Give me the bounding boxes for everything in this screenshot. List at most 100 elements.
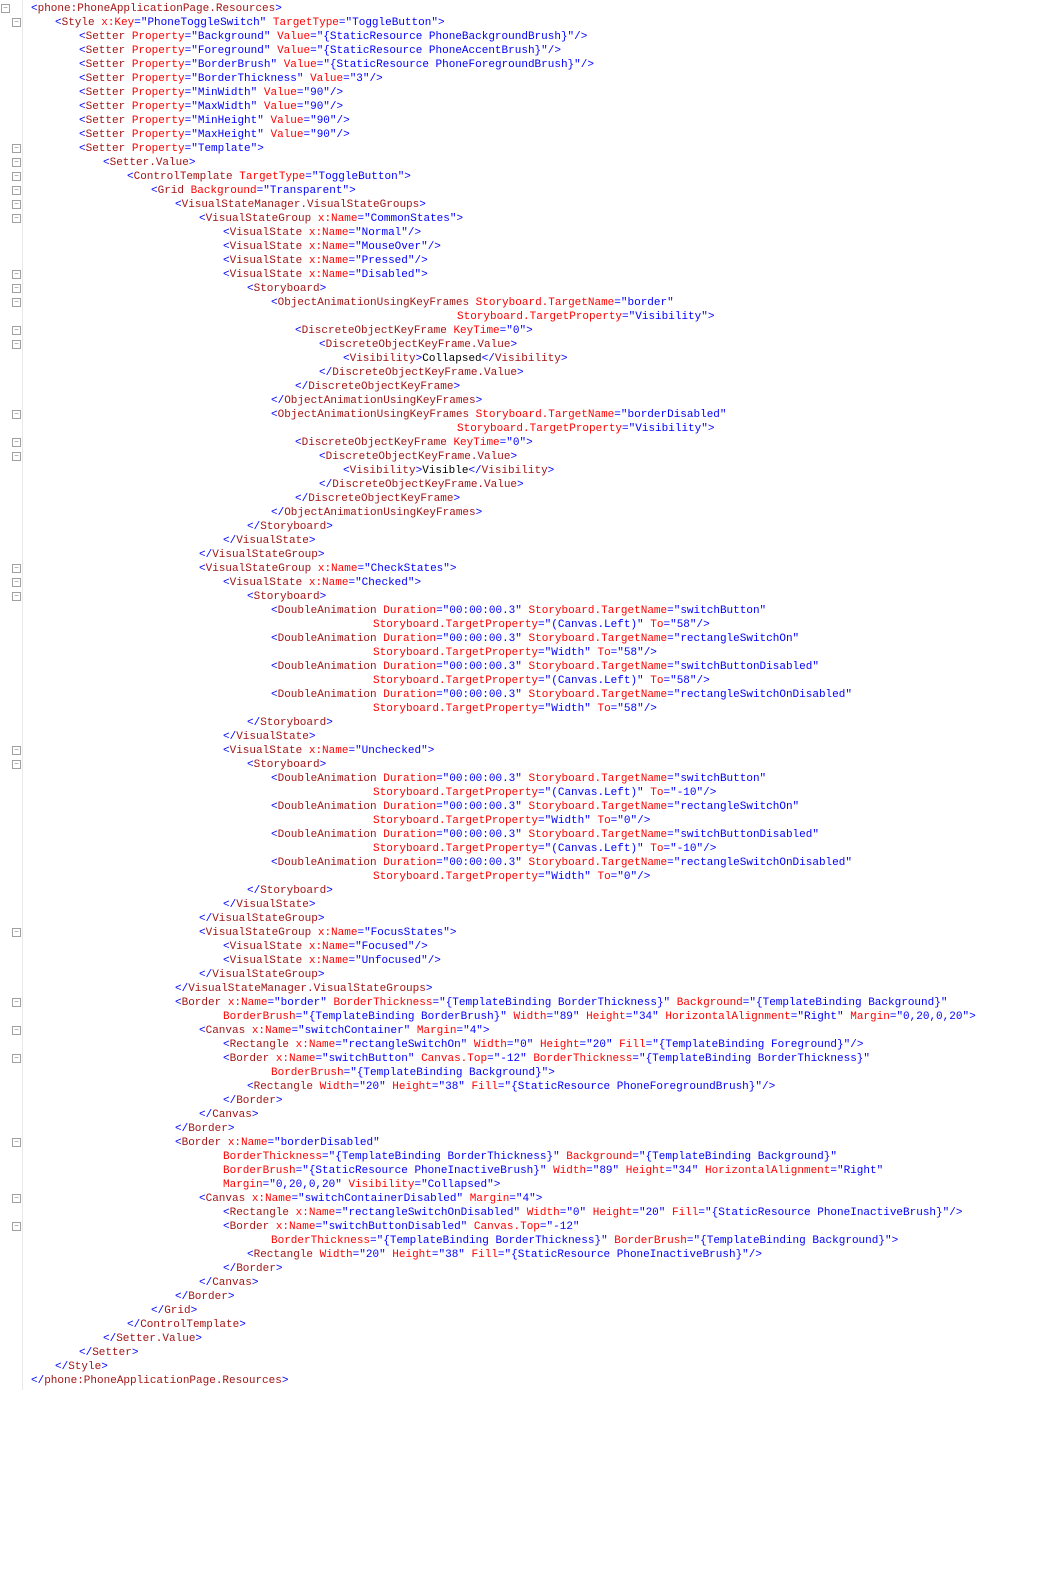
- fold-toggle[interactable]: [12, 928, 21, 937]
- fold-toggle[interactable]: [12, 410, 21, 419]
- fold-toggle[interactable]: [12, 200, 21, 209]
- fold-toggle[interactable]: [12, 186, 21, 195]
- code-line[interactable]: </DiscreteObjectKeyFrame.Value>: [31, 478, 1062, 492]
- code-line[interactable]: <Setter Property="MinWidth" Value="90"/>: [31, 86, 1062, 100]
- code-line[interactable]: Storyboard.TargetProperty="Width" To="0"…: [31, 870, 1062, 884]
- code-line[interactable]: </Storyboard>: [31, 520, 1062, 534]
- code-line[interactable]: <Setter Property="BorderThickness" Value…: [31, 72, 1062, 86]
- fold-toggle[interactable]: [12, 284, 21, 293]
- fold-toggle[interactable]: [12, 326, 21, 335]
- code-line[interactable]: <VisualStateGroup x:Name="CommonStates">: [31, 212, 1062, 226]
- fold-toggle[interactable]: [12, 158, 21, 167]
- fold-toggle[interactable]: [12, 144, 21, 153]
- code-line[interactable]: <DiscreteObjectKeyFrame.Value>: [31, 338, 1062, 352]
- code-line[interactable]: <DoubleAnimation Duration="00:00:00.3" S…: [31, 800, 1062, 814]
- code-line[interactable]: </Canvas>: [31, 1108, 1062, 1122]
- code-line[interactable]: <VisualState x:Name="Pressed"/>: [31, 254, 1062, 268]
- code-line[interactable]: <VisualState x:Name="MouseOver"/>: [31, 240, 1062, 254]
- code-line[interactable]: Storyboard.TargetProperty="(Canvas.Left)…: [31, 618, 1062, 632]
- code-line[interactable]: Storyboard.TargetProperty="Visibility">: [31, 422, 1062, 436]
- code-line[interactable]: <ControlTemplate TargetType="ToggleButto…: [31, 170, 1062, 184]
- code-line[interactable]: <Canvas x:Name="switchContainer" Margin=…: [31, 1024, 1062, 1038]
- code-line[interactable]: <Storyboard>: [31, 590, 1062, 604]
- code-line[interactable]: Margin="0,20,0,20" Visibility="Collapsed…: [31, 1178, 1062, 1192]
- code-line[interactable]: Storyboard.TargetProperty="(Canvas.Left)…: [31, 786, 1062, 800]
- code-line[interactable]: </VisualStateManager.VisualStateGroups>: [31, 982, 1062, 996]
- code-line[interactable]: <Setter Property="Foreground" Value="{St…: [31, 44, 1062, 58]
- fold-gutter[interactable]: [0, 0, 23, 1390]
- code-editor[interactable]: <phone:PhoneApplicationPage.Resources> <S…: [23, 0, 1062, 1390]
- code-line[interactable]: </Border>: [31, 1290, 1062, 1304]
- code-line[interactable]: <Grid Background="Transparent">: [31, 184, 1062, 198]
- code-line[interactable]: <Setter Property="BorderBrush" Value="{S…: [31, 58, 1062, 72]
- code-line[interactable]: Storyboard.TargetProperty="Width" To="58…: [31, 702, 1062, 716]
- fold-toggle[interactable]: [12, 1194, 21, 1203]
- code-line[interactable]: <Setter Property="MaxWidth" Value="90"/>: [31, 100, 1062, 114]
- fold-toggle[interactable]: [12, 270, 21, 279]
- code-line[interactable]: <ObjectAnimationUsingKeyFrames Storyboar…: [31, 408, 1062, 422]
- code-line[interactable]: </Border>: [31, 1094, 1062, 1108]
- code-line[interactable]: <VisualState x:Name="Focused"/>: [31, 940, 1062, 954]
- code-line[interactable]: </Grid>: [31, 1304, 1062, 1318]
- code-line[interactable]: <Setter Property="MinHeight" Value="90"/…: [31, 114, 1062, 128]
- fold-toggle[interactable]: [12, 18, 21, 27]
- code-line[interactable]: <DiscreteObjectKeyFrame KeyTime="0">: [31, 436, 1062, 450]
- code-line[interactable]: <Visibility>Visible</Visibility>: [31, 464, 1062, 478]
- code-line[interactable]: <VisualStateManager.VisualStateGroups>: [31, 198, 1062, 212]
- fold-toggle[interactable]: [12, 578, 21, 587]
- code-line[interactable]: </Storyboard>: [31, 716, 1062, 730]
- code-line[interactable]: <Rectangle x:Name="rectangleSwitchOnDisa…: [31, 1206, 1062, 1220]
- code-line[interactable]: <VisualState x:Name="Normal"/>: [31, 226, 1062, 240]
- code-line[interactable]: <Rectangle Width="20" Height="38" Fill="…: [31, 1080, 1062, 1094]
- fold-toggle[interactable]: [12, 298, 21, 307]
- code-line[interactable]: </Canvas>: [31, 1276, 1062, 1290]
- code-line[interactable]: BorderBrush="{TemplateBinding Background…: [31, 1066, 1062, 1080]
- code-line[interactable]: </ObjectAnimationUsingKeyFrames>: [31, 394, 1062, 408]
- code-line[interactable]: <VisualState x:Name="Disabled">: [31, 268, 1062, 282]
- code-line[interactable]: </VisualState>: [31, 898, 1062, 912]
- code-line[interactable]: Storyboard.TargetProperty="Width" To="0"…: [31, 814, 1062, 828]
- code-line[interactable]: </DiscreteObjectKeyFrame>: [31, 492, 1062, 506]
- code-line[interactable]: BorderBrush="{StaticResource PhoneInacti…: [31, 1164, 1062, 1178]
- code-line[interactable]: <Setter.Value>: [31, 156, 1062, 170]
- code-line[interactable]: </ObjectAnimationUsingKeyFrames>: [31, 506, 1062, 520]
- code-line[interactable]: <DoubleAnimation Duration="00:00:00.3" S…: [31, 688, 1062, 702]
- code-line[interactable]: BorderBrush="{TemplateBinding BorderBrus…: [31, 1010, 1062, 1024]
- code-line[interactable]: </VisualStateGroup>: [31, 912, 1062, 926]
- fold-toggle[interactable]: [12, 214, 21, 223]
- code-line[interactable]: <Canvas x:Name="switchContainerDisabled"…: [31, 1192, 1062, 1206]
- fold-toggle[interactable]: [12, 172, 21, 181]
- code-line[interactable]: </DiscreteObjectKeyFrame>: [31, 380, 1062, 394]
- code-line[interactable]: <Border x:Name="switchButton" Canvas.Top…: [31, 1052, 1062, 1066]
- code-line[interactable]: <Border x:Name="switchButtonDisabled" Ca…: [31, 1220, 1062, 1234]
- fold-toggle[interactable]: [12, 592, 21, 601]
- fold-toggle[interactable]: [12, 1138, 21, 1147]
- code-line[interactable]: <Setter Property="Template">: [31, 142, 1062, 156]
- fold-toggle[interactable]: [12, 1026, 21, 1035]
- code-line[interactable]: <Visibility>Collapsed</Visibility>: [31, 352, 1062, 366]
- code-line[interactable]: <DiscreteObjectKeyFrame KeyTime="0">: [31, 324, 1062, 338]
- code-line[interactable]: <DoubleAnimation Duration="00:00:00.3" S…: [31, 660, 1062, 674]
- code-line[interactable]: </Style>: [31, 1360, 1062, 1374]
- code-line[interactable]: <VisualState x:Name="Checked">: [31, 576, 1062, 590]
- code-line[interactable]: <VisualState x:Name="Unchecked">: [31, 744, 1062, 758]
- code-line[interactable]: <Rectangle x:Name="rectangleSwitchOn" Wi…: [31, 1038, 1062, 1052]
- code-line[interactable]: <Setter Property="MaxHeight" Value="90"/…: [31, 128, 1062, 142]
- code-line[interactable]: <Rectangle Width="20" Height="38" Fill="…: [31, 1248, 1062, 1262]
- code-line[interactable]: </Border>: [31, 1122, 1062, 1136]
- fold-toggle[interactable]: [12, 452, 21, 461]
- code-line[interactable]: <Storyboard>: [31, 282, 1062, 296]
- code-line[interactable]: </VisualStateGroup>: [31, 968, 1062, 982]
- code-line[interactable]: <DoubleAnimation Duration="00:00:00.3" S…: [31, 828, 1062, 842]
- code-line[interactable]: </Border>: [31, 1262, 1062, 1276]
- code-line[interactable]: </VisualState>: [31, 730, 1062, 744]
- code-line[interactable]: BorderThickness="{TemplateBinding Border…: [31, 1150, 1062, 1164]
- fold-toggle[interactable]: [1, 4, 10, 13]
- code-line[interactable]: <phone:PhoneApplicationPage.Resources>: [31, 2, 1062, 16]
- code-line[interactable]: </VisualStateGroup>: [31, 548, 1062, 562]
- code-line[interactable]: Storyboard.TargetProperty="Visibility">: [31, 310, 1062, 324]
- fold-toggle[interactable]: [12, 1054, 21, 1063]
- fold-toggle[interactable]: [12, 438, 21, 447]
- fold-toggle[interactable]: [12, 760, 21, 769]
- code-line[interactable]: BorderThickness="{TemplateBinding Border…: [31, 1234, 1062, 1248]
